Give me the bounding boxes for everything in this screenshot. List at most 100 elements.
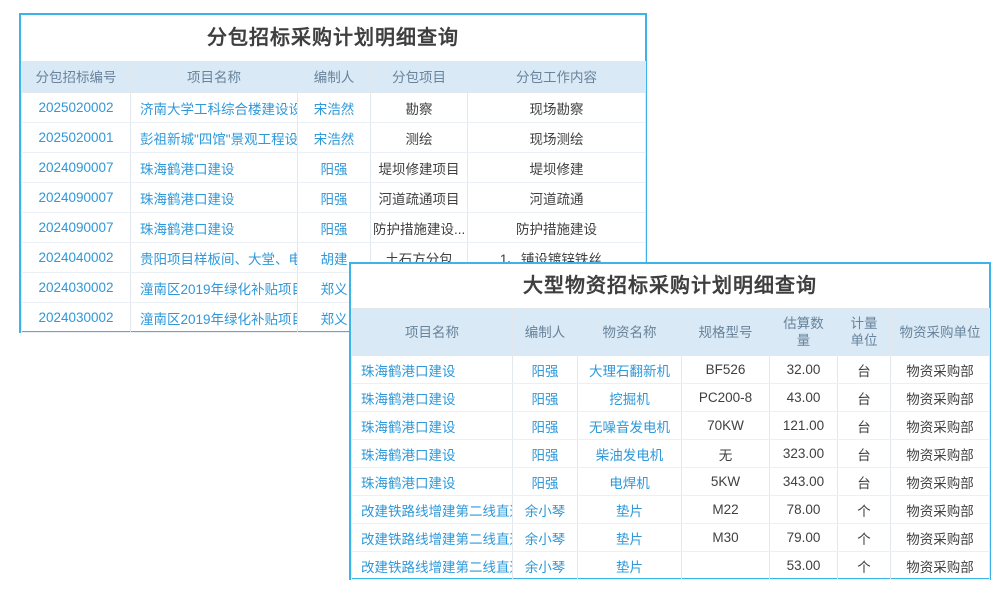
cell-text: 台: [838, 384, 891, 412]
cell-link[interactable]: 彭祖新城"四馆"景观工程设: [131, 123, 298, 153]
col-compiler: 编制人: [298, 62, 371, 93]
cell-text: 台: [838, 412, 891, 440]
cell-text: 测绘: [371, 123, 468, 153]
cell-link[interactable]: 阳强: [298, 213, 371, 243]
cell-link[interactable]: 垫片: [578, 552, 682, 580]
cell-text: 河道疏通项目: [371, 183, 468, 213]
cell-text: M22: [682, 496, 770, 524]
table-row: 珠海鹤港口建设阳强大理石翻新机BF52632.00台物资采购部: [352, 356, 990, 384]
cell-link[interactable]: 2025020002: [22, 93, 131, 123]
cell-link[interactable]: 阳强: [513, 468, 578, 496]
page-title: 分包招标采购计划明细查询: [21, 15, 645, 61]
cell-link[interactable]: 阳强: [513, 356, 578, 384]
cell-text: 43.00: [770, 384, 838, 412]
cell-link[interactable]: 阳强: [513, 412, 578, 440]
cell-link[interactable]: 2024090007: [22, 183, 131, 213]
cell-link[interactable]: 珠海鹤港口建设: [352, 356, 513, 384]
cell-link[interactable]: 珠海鹤港口建设: [131, 183, 298, 213]
col-subcontract-item: 分包项目: [371, 62, 468, 93]
cell-text: 河道疏通: [468, 183, 646, 213]
cell-text: 物资采购部: [891, 524, 990, 552]
cell-text: M30: [682, 524, 770, 552]
cell-text: 现场勘察: [468, 93, 646, 123]
cell-link[interactable]: 贵阳项目样板间、大堂、电: [131, 243, 298, 273]
cell-link[interactable]: 余小琴: [513, 552, 578, 580]
cell-text: 323.00: [770, 440, 838, 468]
cell-link[interactable]: 2024040002: [22, 243, 131, 273]
cell-link[interactable]: 余小琴: [513, 496, 578, 524]
cell-link[interactable]: 珠海鹤港口建设: [352, 412, 513, 440]
material-plan-table: 项目名称 编制人 物资名称 规格型号 估算数量 计量单位 物资采购单位 珠海鹤港…: [351, 308, 990, 580]
cell-link[interactable]: 潼南区2019年绿化补贴项目: [131, 273, 298, 303]
cell-link[interactable]: 2024090007: [22, 153, 131, 183]
cell-text: 个: [838, 496, 891, 524]
cell-link[interactable]: 2025020001: [22, 123, 131, 153]
cell-link[interactable]: 阳强: [513, 440, 578, 468]
cell-text: 5KW: [682, 468, 770, 496]
cell-text: 勘察: [371, 93, 468, 123]
col-estimated-qty: 估算数量: [770, 309, 838, 356]
cell-text: 个: [838, 524, 891, 552]
cell-link[interactable]: 潼南区2019年绿化补贴项目: [131, 303, 298, 333]
cell-text: 53.00: [770, 552, 838, 580]
cell-text: [682, 552, 770, 580]
table-row: 2025020002济南大学工科综合楼建设设宋浩然勘察现场勘察: [22, 93, 646, 123]
col-purchase-dept: 物资采购单位: [891, 309, 990, 356]
cell-text: 物资采购部: [891, 496, 990, 524]
cell-link[interactable]: 阳强: [513, 384, 578, 412]
table-row: 珠海鹤港口建设阳强挖掘机PC200-843.00台物资采购部: [352, 384, 990, 412]
cell-text: 79.00: [770, 524, 838, 552]
cell-link[interactable]: 挖掘机: [578, 384, 682, 412]
cell-link[interactable]: 阳强: [298, 153, 371, 183]
cell-link[interactable]: 2024030002: [22, 303, 131, 333]
cell-link[interactable]: 珠海鹤港口建设: [131, 213, 298, 243]
cell-link[interactable]: 珠海鹤港口建设: [352, 440, 513, 468]
col-project-name: 项目名称: [131, 62, 298, 93]
cell-link[interactable]: 2024030002: [22, 273, 131, 303]
cell-link[interactable]: 柴油发电机: [578, 440, 682, 468]
cell-text: 堤坝修建项目: [371, 153, 468, 183]
cell-link[interactable]: 大理石翻新机: [578, 356, 682, 384]
cell-link[interactable]: 珠海鹤港口建设: [131, 153, 298, 183]
col-measure-unit: 计量单位: [838, 309, 891, 356]
cell-link[interactable]: 改建铁路线增建第二线直通: [352, 524, 513, 552]
cell-text: BF526: [682, 356, 770, 384]
cell-text: 78.00: [770, 496, 838, 524]
cell-link[interactable]: 阳强: [298, 183, 371, 213]
cell-link[interactable]: 余小琴: [513, 524, 578, 552]
col-bid-number: 分包招标编号: [22, 62, 131, 93]
cell-link[interactable]: 珠海鹤港口建设: [352, 384, 513, 412]
cell-text: 物资采购部: [891, 552, 990, 580]
cell-link[interactable]: 电焊机: [578, 468, 682, 496]
cell-text: 物资采购部: [891, 468, 990, 496]
cell-link[interactable]: 济南大学工科综合楼建设设: [131, 93, 298, 123]
cell-link[interactable]: 2024090007: [22, 213, 131, 243]
cell-text: 物资采购部: [891, 356, 990, 384]
cell-text: 无: [682, 440, 770, 468]
col-material-name: 物资名称: [578, 309, 682, 356]
cell-link[interactable]: 改建铁路线增建第二线直通: [352, 552, 513, 580]
table-row: 改建铁路线增建第二线直通余小琴垫片M2278.00个物资采购部: [352, 496, 990, 524]
col-spec-model: 规格型号: [682, 309, 770, 356]
table-row: 改建铁路线增建第二线直通余小琴垫片M3079.00个物资采购部: [352, 524, 990, 552]
page-title: 大型物资招标采购计划明细查询: [351, 264, 989, 308]
cell-link[interactable]: 宋浩然: [298, 123, 371, 153]
cell-text: PC200-8: [682, 384, 770, 412]
col-project-name: 项目名称: [352, 309, 513, 356]
cell-link[interactable]: 改建铁路线增建第二线直通: [352, 496, 513, 524]
cell-link[interactable]: 无噪音发电机: [578, 412, 682, 440]
table-row: 珠海鹤港口建设阳强电焊机5KW343.00台物资采购部: [352, 468, 990, 496]
cell-link[interactable]: 垫片: [578, 524, 682, 552]
cell-text: 现场测绘: [468, 123, 646, 153]
cell-text: 台: [838, 468, 891, 496]
cell-link[interactable]: 珠海鹤港口建设: [352, 468, 513, 496]
cell-text: 物资采购部: [891, 440, 990, 468]
cell-link[interactable]: 宋浩然: [298, 93, 371, 123]
cell-text: 台: [838, 440, 891, 468]
cell-text: 32.00: [770, 356, 838, 384]
table-row: 2024090007珠海鹤港口建设阳强堤坝修建项目堤坝修建: [22, 153, 646, 183]
col-compiler: 编制人: [513, 309, 578, 356]
cell-link[interactable]: 垫片: [578, 496, 682, 524]
cell-text: 121.00: [770, 412, 838, 440]
cell-text: 台: [838, 356, 891, 384]
